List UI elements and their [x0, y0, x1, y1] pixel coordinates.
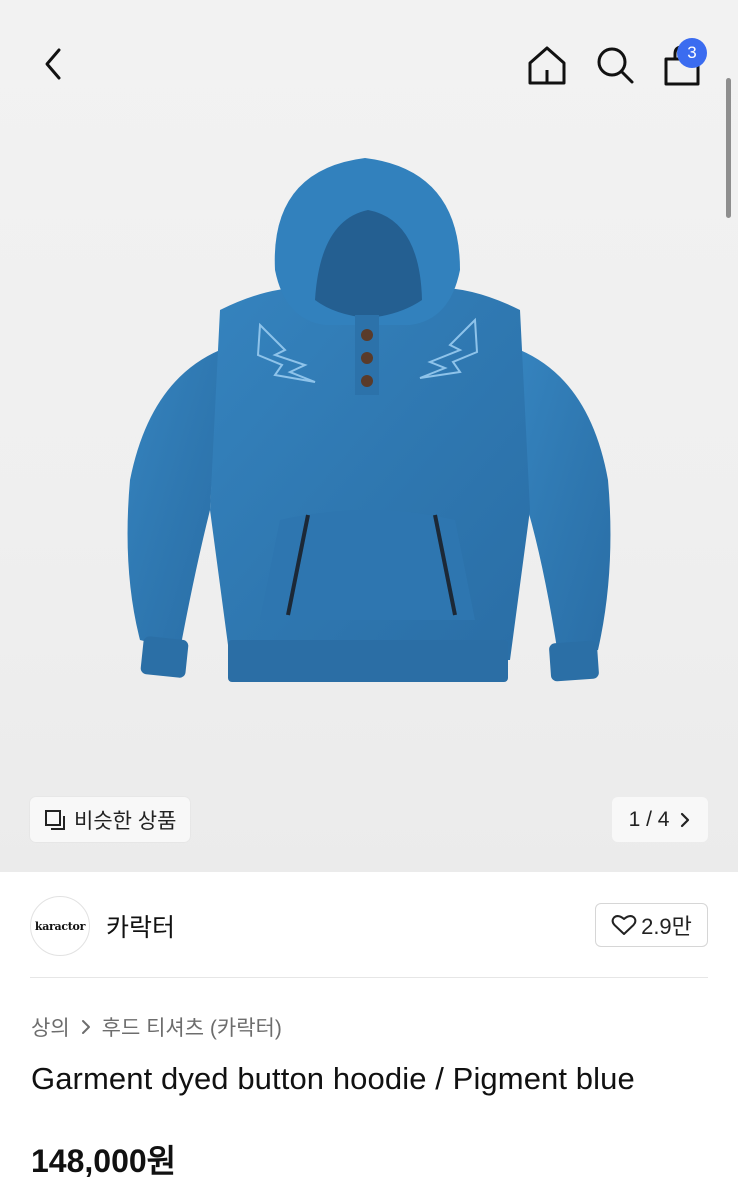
image-pager[interactable]: 1 / 4 — [612, 797, 708, 842]
breadcrumb-item-category[interactable]: 상의 — [31, 1012, 70, 1042]
product-title: Garment dyed button hoodie / Pigment blu… — [31, 1061, 635, 1096]
similar-products-button[interactable]: 비슷한 상품 — [30, 797, 191, 842]
like-button[interactable]: 2.9만 — [595, 903, 708, 947]
copy-icon — [45, 809, 65, 830]
search-icon — [597, 47, 634, 84]
chevron-right-icon — [81, 1020, 90, 1034]
divider — [30, 977, 708, 978]
home-button[interactable] — [520, 38, 574, 92]
pager-text: 1 / 4 — [628, 807, 670, 831]
product-gallery[interactable]: 3 비슷한 상품 1 / 4 — [0, 0, 738, 872]
similar-products-label: 비슷한 상품 — [74, 809, 177, 833]
cart-count-badge: 3 — [677, 38, 707, 68]
chevron-left-icon — [45, 48, 61, 80]
scrollbar[interactable] — [726, 78, 731, 218]
heart-icon — [611, 915, 637, 935]
product-price: 148,000원 — [31, 1143, 177, 1179]
search-button[interactable] — [588, 38, 642, 92]
like-count: 2.9만 — [641, 914, 692, 939]
home-icon — [528, 46, 566, 85]
back-button[interactable] — [30, 40, 78, 88]
shop-logo[interactable]: karactor — [30, 896, 90, 956]
breadcrumb-item-subcategory[interactable]: 후드 티셔츠 (카락터) — [102, 1012, 282, 1042]
chevron-right-icon — [681, 812, 690, 827]
shop-logo-text: karactor — [34, 919, 86, 933]
product-image[interactable] — [110, 150, 630, 710]
breadcrumb: 상의 후드 티셔츠 (카락터) — [31, 1012, 282, 1042]
shop-name[interactable]: 카락터 — [106, 908, 175, 944]
top-navigation-bar: 3 — [0, 0, 738, 130]
